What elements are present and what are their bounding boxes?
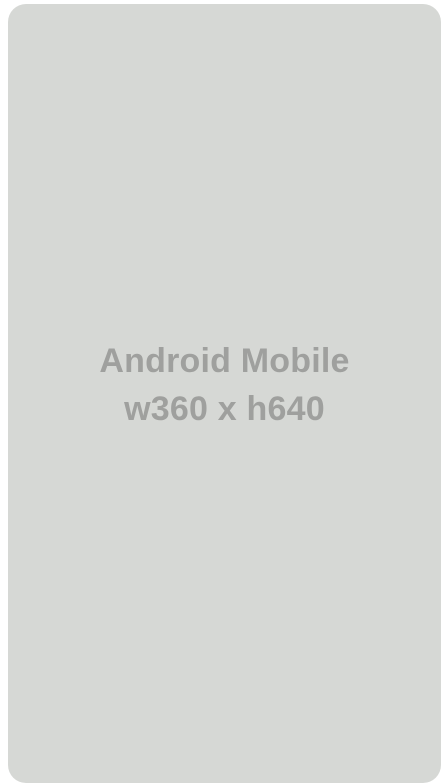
placeholder-label: Android Mobile w360 x h640 (99, 337, 349, 433)
placeholder-dimensions: w360 x h640 (124, 389, 325, 428)
device-placeholder: Android Mobile w360 x h640 (8, 4, 441, 783)
placeholder-title: Android Mobile (99, 341, 350, 380)
